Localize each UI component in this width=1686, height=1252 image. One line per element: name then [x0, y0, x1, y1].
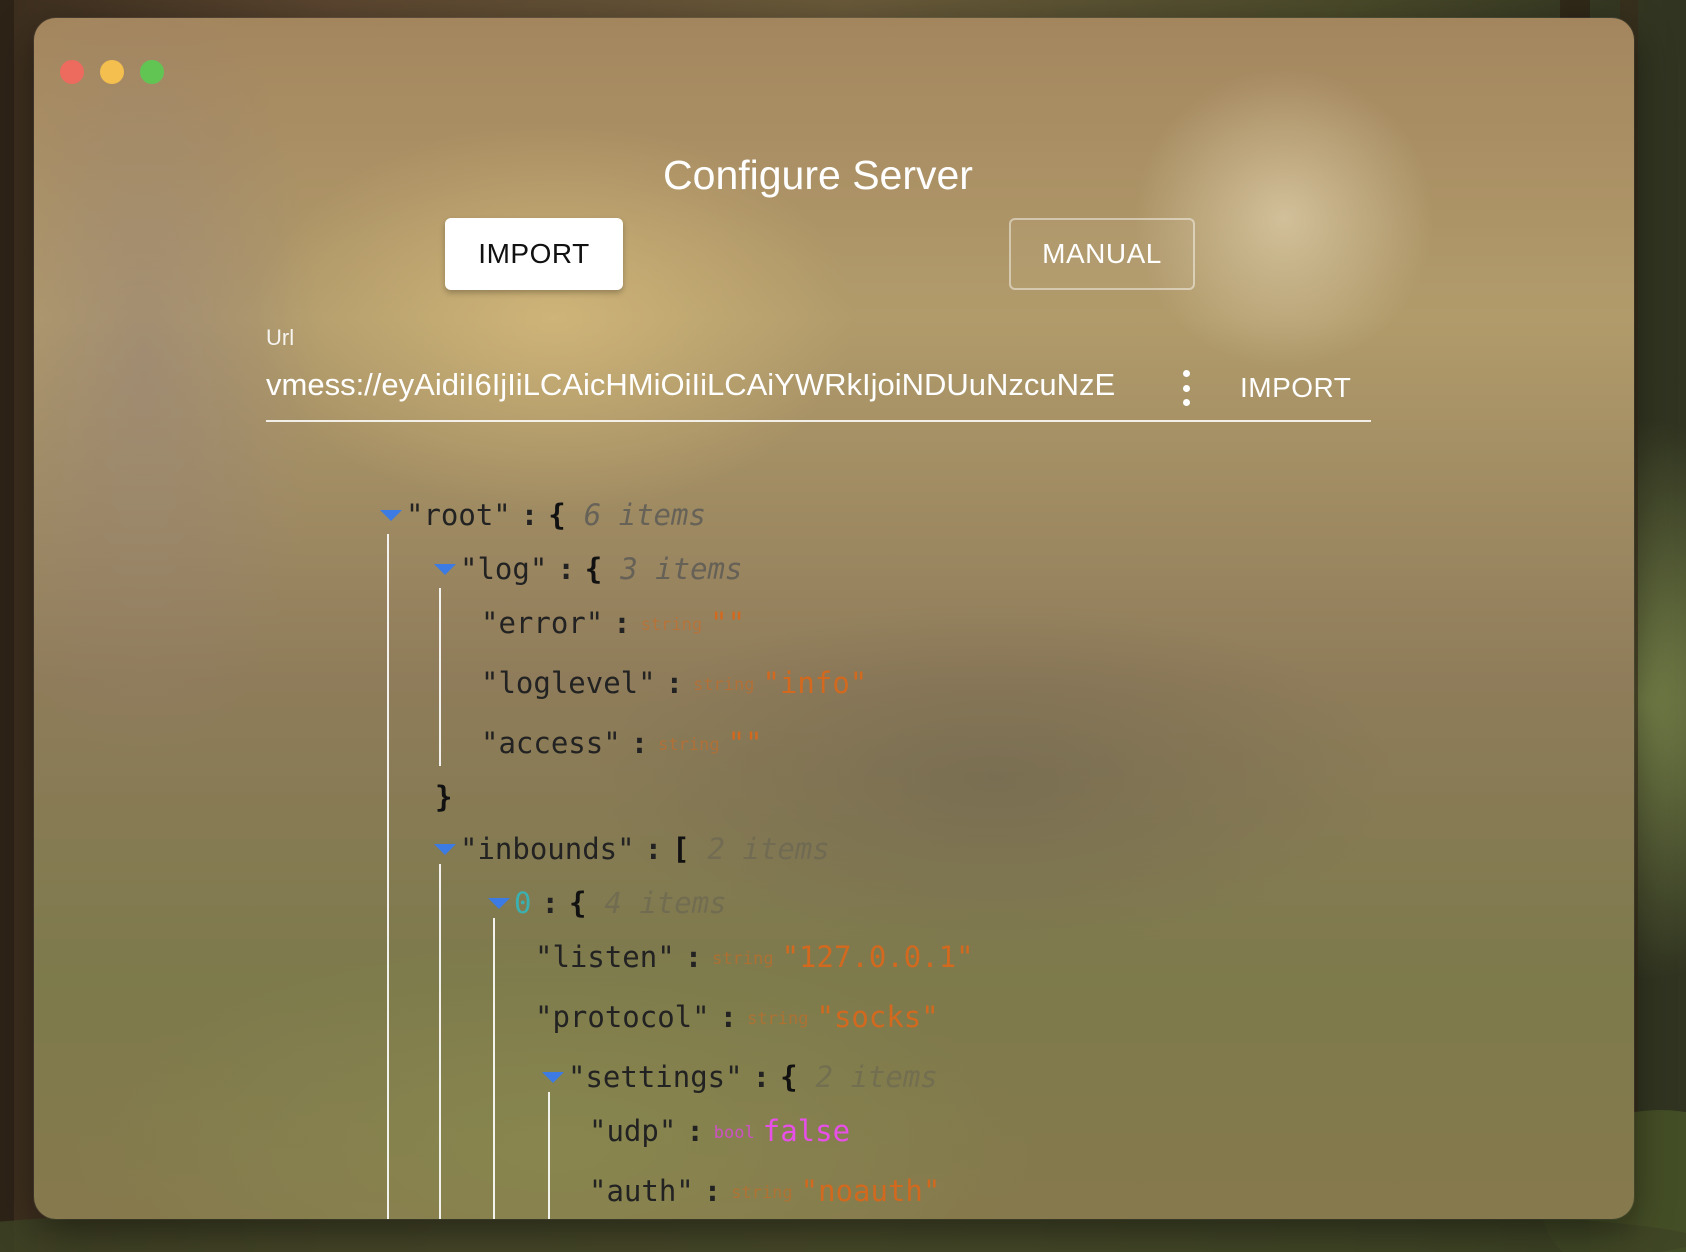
- tree-leaf-access[interactable]: "access": string "": [481, 721, 763, 765]
- node-value[interactable]: false: [763, 1114, 850, 1148]
- value-type: string: [731, 1183, 793, 1203]
- node-key: "udp": [589, 1114, 677, 1148]
- tree-leaf-listen[interactable]: "listen": string "127.0.0.1": [535, 935, 974, 979]
- tree-leaf-auth[interactable]: "auth": string "noauth": [589, 1169, 940, 1213]
- node-index: 0: [514, 886, 532, 920]
- tree-guide-line: [387, 534, 389, 1219]
- node-open-brace: {: [568, 886, 587, 920]
- item-count: 4 items: [604, 886, 727, 920]
- node-close-brace: }: [435, 780, 453, 814]
- node-key: "listen": [535, 940, 675, 974]
- node-open-brace: [: [672, 832, 690, 866]
- tree-node-inbound-0[interactable]: 0:{4 items: [488, 881, 727, 925]
- tab-manual[interactable]: MANUAL: [1009, 218, 1195, 290]
- value-type: string: [640, 615, 703, 635]
- node-value[interactable]: "": [728, 726, 763, 760]
- tree-leaf-protocol[interactable]: "protocol": string "socks": [535, 995, 939, 1039]
- node-value[interactable]: "socks": [817, 1000, 939, 1034]
- tree-leaf-error[interactable]: "error": string "": [481, 601, 745, 645]
- node-value[interactable]: "noauth": [801, 1174, 941, 1208]
- tree-node-log[interactable]: "log":{3 items: [434, 547, 742, 591]
- url-input[interactable]: [266, 362, 1132, 408]
- node-key: "root": [406, 498, 511, 532]
- collapse-caret-icon[interactable]: [434, 564, 456, 575]
- minimize-window-button[interactable]: [100, 60, 124, 84]
- json-tree-viewer: "root":{6 items "log":{3 items "error": s…: [34, 498, 1602, 1219]
- node-value[interactable]: "": [710, 606, 745, 640]
- url-import-button[interactable]: IMPORT: [1240, 372, 1351, 404]
- item-count: 6 items: [583, 498, 706, 532]
- tree-node-settings[interactable]: "settings":{2 items: [542, 1055, 938, 1099]
- item-count: 2 items: [707, 832, 830, 866]
- node-open-brace: {: [584, 552, 603, 586]
- collapse-caret-icon[interactable]: [434, 844, 456, 855]
- tree-guide-line: [493, 918, 495, 1219]
- url-field: IMPORT: [266, 356, 1371, 422]
- value-type: string: [747, 1009, 809, 1029]
- collapse-caret-icon[interactable]: [380, 510, 402, 521]
- configure-server-window: Configure Server IMPORT MANUAL Url IMPOR…: [34, 18, 1634, 1219]
- tree-leaf-udp[interactable]: "udp": bool false: [589, 1109, 850, 1153]
- url-field-label: Url: [266, 325, 295, 350]
- tree-leaf-loglevel[interactable]: "loglevel": string "info": [481, 661, 867, 705]
- node-key: "protocol": [535, 1000, 710, 1034]
- tree-node-inbounds[interactable]: "inbounds":[2 items: [434, 827, 830, 871]
- value-type: bool: [713, 1123, 755, 1143]
- node-open-brace: {: [548, 498, 566, 532]
- tree-guide-line: [439, 864, 441, 1219]
- zoom-window-button[interactable]: [140, 60, 164, 84]
- node-key: "access": [481, 726, 621, 760]
- value-type: string: [712, 949, 774, 969]
- collapse-caret-icon[interactable]: [488, 898, 510, 909]
- node-key: "loglevel": [481, 666, 656, 700]
- tree-node-close: }: [435, 775, 452, 819]
- more-options-icon[interactable]: [1176, 370, 1196, 406]
- node-key: "inbounds": [460, 832, 635, 866]
- node-value[interactable]: "info": [763, 666, 868, 700]
- node-key: "log": [460, 552, 548, 586]
- node-value[interactable]: "127.0.0.1": [782, 940, 974, 974]
- window-controls: [60, 60, 164, 84]
- close-window-button[interactable]: [60, 60, 84, 84]
- value-type: string: [658, 735, 720, 755]
- item-count: 2 items: [815, 1060, 938, 1094]
- page-title: Configure Server: [663, 152, 973, 198]
- collapse-caret-icon[interactable]: [542, 1072, 564, 1083]
- node-key: "settings": [568, 1060, 743, 1094]
- node-key: "auth": [589, 1174, 694, 1208]
- item-count: 3 items: [620, 552, 743, 586]
- node-key: "error": [481, 606, 604, 640]
- tree-guide-line: [548, 1092, 550, 1219]
- node-open-brace: {: [780, 1060, 798, 1094]
- tree-node-root[interactable]: "root":{6 items: [380, 493, 706, 537]
- tree-guide-line: [439, 588, 441, 766]
- value-type: string: [693, 675, 755, 695]
- tab-import[interactable]: IMPORT: [445, 218, 623, 290]
